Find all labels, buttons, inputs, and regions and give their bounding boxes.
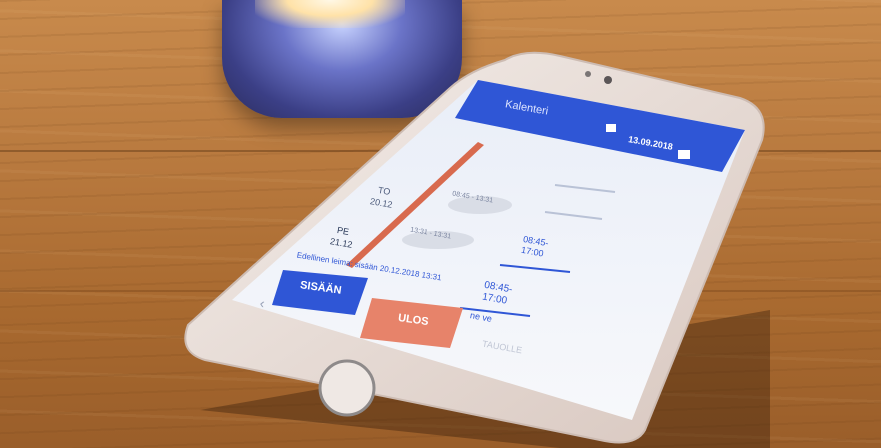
camera-icon — [678, 150, 690, 159]
shift-time-1: 08:45- 17:00 — [520, 233, 550, 259]
day-label-pe: PE — [336, 225, 350, 237]
shift-time-2: 08:45- 17:00 — [481, 279, 514, 307]
calendar-icon — [606, 124, 616, 132]
day-label-to: TO — [377, 185, 392, 197]
front-camera — [604, 76, 612, 84]
home-button[interactable] — [318, 359, 376, 417]
phone-illustration — [184, 51, 770, 448]
